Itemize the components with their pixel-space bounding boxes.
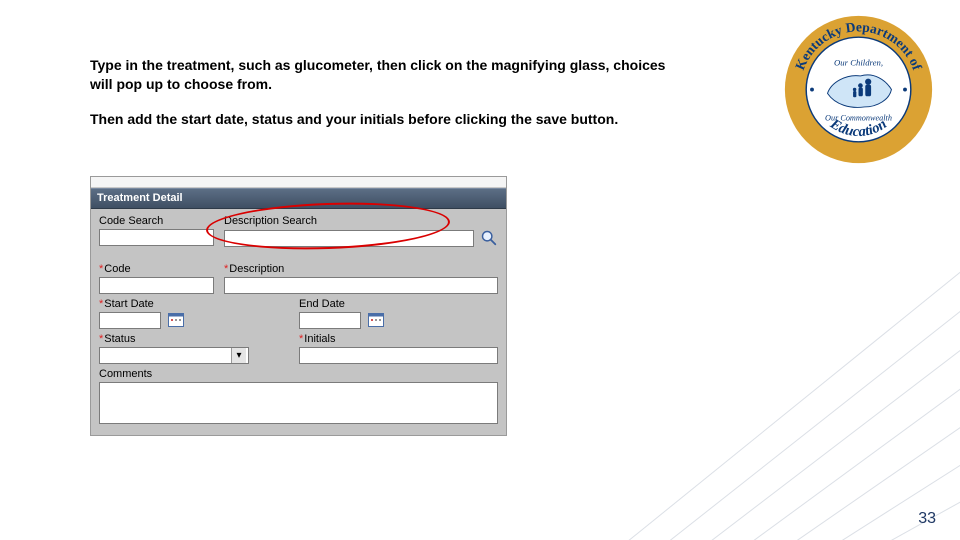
input-initials[interactable]	[299, 347, 498, 364]
label-start-date: *Start Date	[99, 294, 289, 312]
instruction-1: Type in the treatment, such as glucomete…	[90, 56, 690, 94]
input-end-date[interactable]	[299, 312, 361, 329]
treatment-detail-panel: Treatment Detail Code Search Description…	[90, 176, 507, 436]
decor-lines	[580, 200, 960, 540]
calendar-icon[interactable]	[168, 312, 184, 327]
calendar-icon[interactable]	[368, 312, 384, 327]
label-code: *Code	[99, 259, 214, 277]
kde-logo: Kentucky Department of Education Our Chi…	[781, 12, 936, 167]
instruction-2: Then add the start date, status and your…	[90, 110, 690, 129]
label-comments: Comments	[99, 364, 498, 382]
label-status: *Status	[99, 329, 289, 347]
search-icon[interactable]	[480, 229, 498, 247]
input-description[interactable]	[224, 277, 498, 294]
page-number: 33	[918, 510, 936, 528]
input-description-search[interactable]	[224, 230, 474, 247]
slide-text: Type in the treatment, such as glucomete…	[90, 56, 690, 145]
input-code-search[interactable]	[99, 229, 214, 246]
panel-body: Code Search Description Search *Code	[91, 209, 506, 435]
label-code-search: Code Search	[99, 211, 214, 229]
input-code[interactable]	[99, 277, 214, 294]
logo-center-bottom: Our Commonwealth	[825, 114, 892, 123]
logo-center-top: Our Children,	[834, 57, 883, 67]
label-description-search: Description Search	[224, 211, 498, 229]
panel-title: Treatment Detail	[91, 188, 506, 209]
label-description: *Description	[224, 259, 498, 277]
textarea-comments[interactable]	[99, 382, 498, 424]
panel-topbar	[91, 177, 506, 188]
label-end-date: End Date	[299, 294, 498, 312]
select-status[interactable]	[99, 347, 249, 364]
input-start-date[interactable]	[99, 312, 161, 329]
label-initials: *Initials	[299, 329, 498, 347]
